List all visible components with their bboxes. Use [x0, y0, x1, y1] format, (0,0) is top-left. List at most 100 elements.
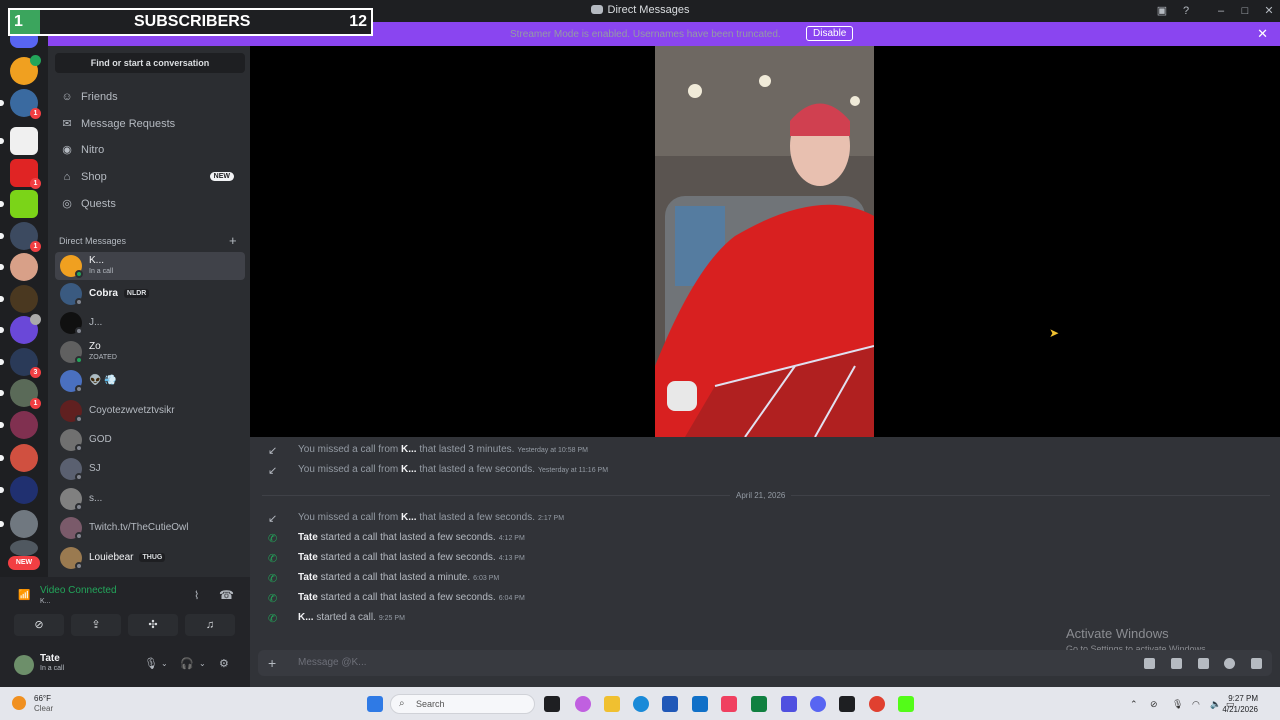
server-icon[interactable]	[0, 127, 38, 155]
dm-name: J...	[89, 317, 103, 328]
music-icon[interactable]	[721, 696, 737, 712]
server-icon[interactable]	[0, 411, 38, 439]
nav-message-requests[interactable]: ✉ Message Requests	[55, 112, 245, 136]
server-icon[interactable]	[0, 253, 38, 281]
kick-icon[interactable]	[898, 696, 914, 712]
taskbar-search[interactable]: ⌕ Search	[390, 694, 535, 714]
server-icon[interactable]	[0, 285, 38, 313]
msg-user[interactable]: K...	[401, 444, 417, 455]
dm-item[interactable]: Coyotezwvetztvsikr	[55, 397, 245, 425]
maximize-button[interactable]: □	[1238, 4, 1252, 18]
camera-off-button[interactable]: ⊘	[14, 614, 64, 636]
app-icon[interactable]	[781, 696, 797, 712]
msg-user[interactable]: K...	[401, 464, 417, 475]
microphone-icon[interactable]: 🎙	[1172, 699, 1183, 710]
minimize-button[interactable]: –	[1214, 4, 1228, 18]
server-icon[interactable]	[0, 444, 38, 472]
new-servers-pill[interactable]: NEW	[8, 556, 40, 570]
chevron-down-icon[interactable]: ⌄	[199, 659, 206, 668]
create-dm-icon[interactable]: +	[229, 233, 237, 248]
chevron-down-icon[interactable]: ⌄	[161, 659, 168, 668]
weather-icon	[12, 696, 26, 710]
inbox-icon[interactable]: ▣	[1155, 4, 1169, 18]
terminal-icon[interactable]	[839, 696, 855, 712]
subs-count: 12	[349, 13, 367, 30]
chrome-icon[interactable]	[869, 696, 885, 712]
volume-icon[interactable]: 🔈	[1210, 699, 1221, 710]
headphones-icon[interactable]: 🎧	[180, 657, 194, 670]
signal-icon[interactable]: 📶	[18, 590, 30, 601]
nav-friends[interactable]: ☺ Friends	[55, 85, 245, 109]
dm-item[interactable]: J...	[55, 309, 245, 337]
dm-item[interactable]: Louiebear THUG	[55, 544, 245, 572]
server-icon[interactable]	[0, 314, 41, 344]
task-view-icon[interactable]	[544, 696, 560, 712]
server-icon[interactable]	[0, 510, 38, 538]
nav-label: Nitro	[81, 144, 105, 156]
video-feed[interactable]	[655, 46, 874, 437]
apps-icon[interactable]	[1251, 658, 1262, 669]
noise-suppression-icon[interactable]: ⌇	[194, 589, 199, 602]
msg-user[interactable]: Tate	[298, 572, 318, 583]
outlook-icon[interactable]	[692, 696, 708, 712]
microphone-icon[interactable]: 🎙	[144, 657, 158, 670]
network-off-icon[interactable]: ⊘	[1150, 699, 1158, 710]
dm-item[interactable]: Twitch.tv/TheCutieOwl	[55, 514, 245, 542]
gift-icon[interactable]	[1144, 658, 1155, 669]
msg-user[interactable]: Tate	[298, 532, 318, 543]
discord-icon[interactable]	[810, 696, 826, 712]
avatar[interactable]	[14, 655, 34, 675]
app-icon[interactable]	[751, 696, 767, 712]
wifi-icon[interactable]: ◠	[1192, 699, 1200, 710]
start-button[interactable]	[367, 696, 383, 712]
call-message: Tate started a call that lasted a minute…	[298, 572, 499, 583]
server-icon[interactable]	[0, 476, 38, 504]
disable-streamer-mode-button[interactable]: Disable	[806, 26, 854, 41]
message-input[interactable]: Message @K...	[298, 657, 367, 668]
dm-item[interactable]: K... In a call	[55, 252, 245, 280]
server-icon[interactable]	[0, 190, 38, 218]
server-icon[interactable]	[10, 540, 38, 556]
sticker-icon[interactable]	[1198, 658, 1209, 669]
server-icon[interactable]: 1	[10, 159, 41, 189]
msg-user[interactable]: Tate	[298, 592, 318, 603]
help-icon[interactable]: ?	[1179, 4, 1193, 18]
server-icon[interactable]: 1	[0, 222, 41, 252]
dm-item[interactable]: Zo ZOATED	[55, 338, 245, 366]
dm-item[interactable]: GOD	[55, 426, 245, 454]
server-icon[interactable]: 1	[0, 379, 41, 409]
screen-share-button[interactable]: ⇪	[71, 614, 121, 636]
emoji-icon[interactable]	[1224, 658, 1235, 669]
store-icon[interactable]	[662, 696, 678, 712]
user-name[interactable]: Tate	[40, 653, 60, 664]
dm-item[interactable]: 👽 💨	[55, 367, 245, 395]
chevron-up-icon[interactable]: ⌃	[1130, 699, 1138, 710]
edge-icon[interactable]	[633, 696, 649, 712]
close-banner-icon[interactable]: ✕	[1257, 26, 1268, 42]
disconnect-icon[interactable]: ☎	[219, 588, 234, 602]
msg-user[interactable]: Tate	[298, 552, 318, 563]
msg-user[interactable]: K...	[298, 612, 314, 623]
taskbar-clock[interactable]: 9:27 PM 4/21/2026	[1222, 693, 1258, 715]
file-explorer-icon[interactable]	[604, 696, 620, 712]
gif-icon[interactable]	[1171, 658, 1182, 669]
server-icon[interactable]: 1	[0, 89, 41, 119]
server-icon[interactable]: 3	[0, 348, 41, 378]
nav-shop[interactable]: ⌂ Shop NEW	[55, 165, 245, 189]
close-button[interactable]: ✕	[1262, 4, 1276, 18]
copilot-icon[interactable]	[575, 696, 591, 712]
msg-user[interactable]: K...	[401, 512, 417, 523]
voice-channel[interactable]: K...	[40, 598, 51, 605]
add-attachment-icon[interactable]: +	[268, 655, 276, 671]
gear-icon[interactable]: ⚙	[219, 657, 229, 670]
server-icon[interactable]	[10, 55, 41, 85]
voice-status[interactable]: Video Connected	[40, 585, 117, 596]
find-conversation-button[interactable]: Find or start a conversation	[55, 53, 245, 73]
dm-item[interactable]: s...	[55, 485, 245, 513]
dm-item[interactable]: Cobra NLDR	[55, 280, 245, 308]
dm-item[interactable]: SJ	[55, 455, 245, 483]
activities-button[interactable]: ✣	[128, 614, 178, 636]
soundboard-button[interactable]: ♫	[185, 614, 235, 636]
nav-quests[interactable]: ◎ Quests	[55, 192, 245, 216]
nav-nitro[interactable]: ◉ Nitro	[55, 138, 245, 162]
